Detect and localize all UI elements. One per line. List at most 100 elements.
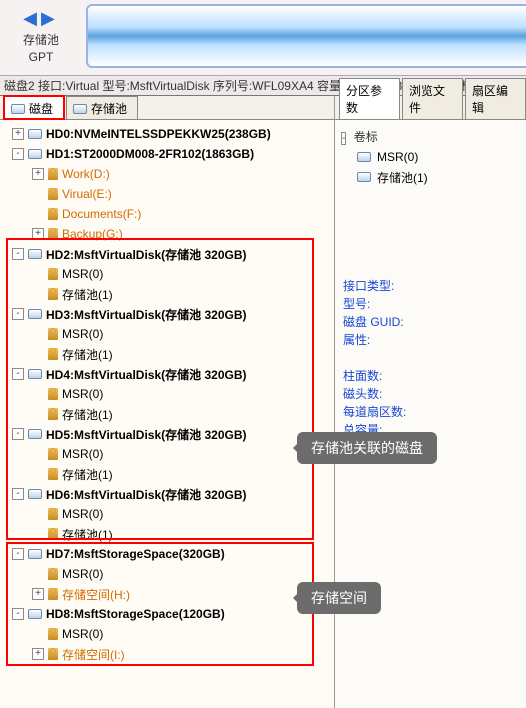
lock-icon [48, 508, 58, 520]
disk-tree: + HD0:NVMeINTELSSDPEKKW25(238GB) - HD1:ST20… [0, 120, 334, 708]
tree-label: MSR(0) [62, 387, 103, 401]
right-tab-分区参数[interactable]: 分区参数 [339, 78, 400, 119]
right-tab-扇区编辑[interactable]: 扇区编辑 [465, 78, 526, 119]
tree-row[interactable]: MSR(0) [2, 324, 332, 344]
tree-toggle-icon[interactable]: + [32, 168, 44, 180]
tree-row[interactable]: MSR(0) [2, 504, 332, 524]
tree-row[interactable]: 存储池(1) [2, 524, 332, 544]
tree-toggle-icon[interactable]: - [12, 488, 24, 500]
tree-row[interactable]: 存储池(1) [2, 464, 332, 484]
tree-row[interactable]: MSR(0) [2, 624, 332, 644]
tree-row[interactable]: 存储池(1) [2, 344, 332, 364]
disk-icon [357, 152, 371, 162]
lock-icon [48, 348, 58, 360]
tree-toggle-icon[interactable]: - [12, 148, 24, 160]
tree-label: HD2:MsftVirtualDisk(存储池 320GB) [46, 246, 247, 263]
tree-label: Documents(F:) [62, 207, 141, 221]
tree-toggle-icon[interactable]: - [12, 368, 24, 380]
tree-label: MSR(0) [62, 447, 103, 461]
disk-property-row: 柱面数: [343, 367, 522, 385]
partition-item[interactable]: 存储池(1) [339, 167, 522, 187]
section-label: 卷标 [354, 130, 378, 144]
partition-label: 存储池(1) [377, 169, 428, 186]
tree-toggle-icon[interactable]: - [12, 248, 24, 260]
tree-row[interactable]: + Backup(G:) [2, 224, 332, 244]
tree-toggle-icon[interactable]: + [12, 128, 24, 140]
tree-row[interactable]: MSR(0) [2, 264, 332, 284]
gpt-label: GPT [6, 50, 76, 64]
lock-icon [48, 288, 58, 300]
tree-row[interactable]: +存储空间(I:) [2, 644, 332, 664]
tree-row[interactable]: MSR(0) [2, 564, 332, 584]
tree-label: MSR(0) [62, 267, 103, 281]
tree-row[interactable]: 存储池(1) [2, 284, 332, 304]
tree-toggle-icon[interactable]: - [12, 608, 24, 620]
tree-toggle-icon[interactable]: + [32, 588, 44, 600]
disk-property-row: 每道扇区数: [343, 403, 522, 421]
tree-label: 存储空间(H:) [62, 586, 130, 603]
tree-toggle-icon[interactable]: + [32, 648, 44, 660]
disk-icon [28, 549, 42, 559]
tree-toggle-icon[interactable]: - [12, 428, 24, 440]
tree-row[interactable]: -HD7:MsftStorageSpace(320GB) [2, 544, 332, 564]
tree-row[interactable]: Documents(F:) [2, 204, 332, 224]
tree-label: HD1:ST2000DM008-2FR102(1863GB) [46, 147, 254, 161]
tree-row[interactable]: - HD2:MsftVirtualDisk(存储池 320GB) [2, 244, 332, 264]
lock-icon [48, 268, 58, 280]
partition-label: MSR(0) [377, 150, 418, 164]
tree-row[interactable]: + HD0:NVMeINTELSSDPEKKW25(238GB) [2, 124, 332, 144]
tree-row[interactable]: -HD4:MsftVirtualDisk(存储池 320GB) [2, 364, 332, 384]
disk-icon [357, 172, 371, 182]
tree-row[interactable]: + 存储空间(H:) [2, 584, 332, 604]
lock-icon [48, 568, 58, 580]
tree-label: HD6:MsftVirtualDisk(存储池 320GB) [46, 486, 247, 503]
tree-row[interactable]: - HD1:ST2000DM008-2FR102(1863GB) [2, 144, 332, 164]
tree-row[interactable]: 存储池(1) [2, 404, 332, 424]
tree-label: MSR(0) [62, 327, 103, 341]
left-tab-磁盘[interactable]: 磁盘 [4, 96, 64, 119]
header-bar: ◀▶ 存储池 GPT [0, 0, 526, 76]
tree-toggle-icon[interactable]: + [32, 228, 44, 240]
tree-toggle-icon[interactable]: - [12, 548, 24, 560]
tree-label: 存储池(1) [62, 406, 113, 423]
disk-property-row: 总扇区数: [343, 439, 522, 457]
volume-label-header: - 卷标 [339, 126, 522, 147]
tree-toggle-icon[interactable]: - [12, 308, 24, 320]
tree-label: MSR(0) [62, 507, 103, 521]
disk-icon [28, 429, 42, 439]
capacity-bar[interactable] [86, 4, 526, 68]
left-tabbar: 磁盘存储池 [0, 96, 334, 120]
tree-label: HD3:MsftVirtualDisk(存储池 320GB) [46, 306, 247, 323]
tree-row[interactable]: MSR(0) [2, 444, 332, 464]
collapse-icon[interactable]: - [341, 132, 346, 145]
right-tab-浏览文件[interactable]: 浏览文件 [402, 78, 463, 119]
tree-row[interactable]: Virual(E:) [2, 184, 332, 204]
disk-property-row [343, 349, 522, 367]
tree-row[interactable]: - HD3:MsftVirtualDisk(存储池 320GB) [2, 304, 332, 324]
disk-properties: 接口类型:型号:磁盘 GUID:属性: 柱面数:磁头数:每道扇区数:总容量:总扇… [339, 277, 522, 457]
left-tab-存储池[interactable]: 存储池 [66, 96, 138, 119]
disk-icon [28, 149, 42, 159]
partition-item[interactable]: MSR(0) [339, 147, 522, 167]
right-tabbar: 分区参数浏览文件扇区编辑 [335, 96, 526, 120]
lock-icon [48, 448, 58, 460]
tree-row[interactable]: MSR(0) [2, 384, 332, 404]
tree-label: Backup(G:) [62, 227, 123, 241]
tree-label: 存储池(1) [62, 526, 113, 543]
disk-icon [28, 249, 42, 259]
lock-icon [48, 408, 58, 420]
left-pane: 磁盘存储池 +HD0:NVMeINTELSSDPEKKW25(238GB)-HD… [0, 96, 334, 708]
tree-row[interactable]: -HD8:MsftStorageSpace(120GB) [2, 604, 332, 624]
tree-row[interactable]: +Work(D:) [2, 164, 332, 184]
disk-icon [28, 489, 42, 499]
nav-arrows-icon[interactable]: ◀▶ [6, 8, 76, 29]
tree-row[interactable]: -HD5:MsftVirtualDisk(存储池 320GB) [2, 424, 332, 444]
disk-icon [28, 129, 42, 139]
disk-property-row: 接口类型: [343, 277, 522, 295]
right-pane: 分区参数浏览文件扇区编辑 - 卷标 MSR(0) 存储池(1) 接口类型:型号:磁… [334, 96, 526, 708]
pool-badge: ◀▶ 存储池 GPT [6, 4, 76, 72]
tree-label: HD0:NVMeINTELSSDPEKKW25(238GB) [46, 127, 271, 141]
tree-row[interactable]: - HD6:MsftVirtualDisk(存储池 320GB) [2, 484, 332, 504]
disk-property-row: 型号: [343, 295, 522, 313]
lock-icon [48, 628, 58, 640]
